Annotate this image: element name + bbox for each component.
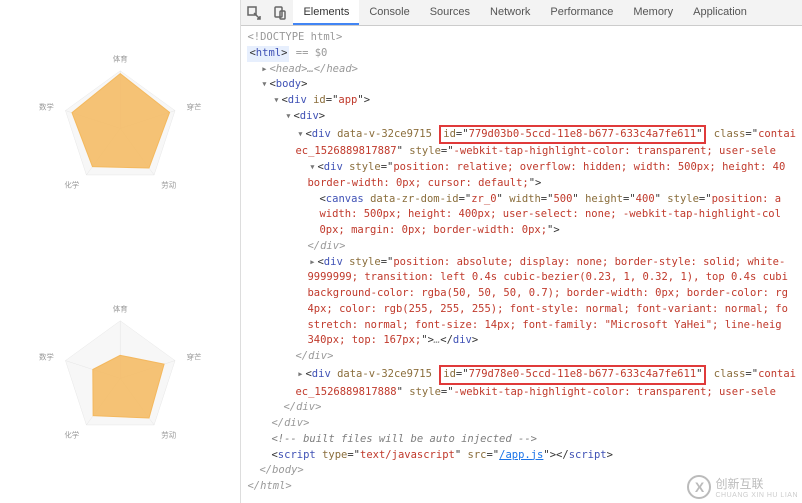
code-line: background-color: rgba(50, 50, 50, 0.7);… — [247, 286, 796, 302]
device-toggle-icon[interactable] — [267, 0, 293, 26]
chart1-div-line[interactable]: ▾<div data-v-32ce9715 id="779d03b0-5ccd-… — [247, 125, 796, 145]
collapse-toggle-icon[interactable]: ▾ — [283, 109, 293, 125]
charts-panel: 体育穿芒劳动化学数学 体育穿芒劳动化学数学 — [0, 0, 240, 503]
chart2-div-line[interactable]: ▸<div data-v-32ce9715 id="779d78e0-5ccd-… — [247, 365, 796, 385]
code-line: stretch: normal; font-size: 14px; font-f… — [247, 318, 796, 334]
code-line: border-width: 0px; cursor: default;"> — [247, 176, 796, 192]
svg-text:劳动: 劳动 — [161, 180, 176, 190]
highlighted-id-2: id="779d78e0-5ccd-11e8-b677-633c4a7fe611… — [439, 365, 706, 385]
radar-svg-2: 体育穿芒劳动 化学 数学 — [5, 255, 235, 495]
tab-application[interactable]: Application — [683, 0, 757, 25]
radar-svg-1: 体育穿芒劳动 化学 数学 — [5, 5, 235, 245]
comment-line: <!-- built files will be auto injected -… — [247, 432, 796, 448]
doctype-line: <!DOCTYPE html> — [247, 30, 796, 46]
collapse-toggle-icon[interactable]: ▾ — [295, 127, 305, 143]
tab-console[interactable]: Console — [359, 0, 419, 25]
code-line: 4px; color: rgb(255, 255, 255); font-sty… — [247, 302, 796, 318]
watermark-brand: X 创新互联 CHUANG XIN HU LIAN — [687, 475, 798, 499]
collapse-toggle-icon[interactable]: ▾ — [271, 93, 281, 109]
code-line: </div> — [247, 239, 796, 255]
brand-name-cn: 创新互联 — [715, 475, 798, 492]
inner-div-line[interactable]: ▾<div> — [247, 109, 796, 125]
radar-chart-1: 体育穿芒劳动 化学 数学 — [5, 5, 235, 245]
code-line[interactable]: ▾<div style="position: relative; overflo… — [247, 160, 796, 176]
tab-memory[interactable]: Memory — [623, 0, 683, 25]
code-line: </div> — [247, 416, 796, 432]
highlighted-id-1: id="779d03b0-5ccd-11e8-b677-633c4a7fe611… — [439, 125, 706, 145]
devtools-panel: ElementsConsoleSourcesNetworkPerformance… — [240, 0, 802, 503]
code-line: width: 500px; height: 400px; user-select… — [247, 207, 796, 223]
elements-tree[interactable]: <!DOCTYPE html> <html> == $0 ▸<head>…</h… — [241, 26, 802, 503]
app-div-line[interactable]: ▾<div id="app"> — [247, 93, 796, 109]
tab-performance[interactable]: Performance — [540, 0, 623, 25]
canvas-line[interactable]: <canvas data-zr-dom-id="zr_0" width="500… — [247, 192, 796, 208]
inspect-icon[interactable] — [241, 0, 267, 26]
tooltip-div-line[interactable]: ▸<div style="position: absolute; display… — [247, 255, 796, 271]
code-line: 0px; margin: 0px; border-width: 0px;"> — [247, 223, 796, 239]
brand-logo-icon: X — [687, 475, 711, 499]
head-line[interactable]: ▸<head>…</head> — [247, 62, 796, 78]
svg-text:化学: 化学 — [64, 430, 79, 440]
code-line: ec_1526889817887" style="-webkit-tap-hig… — [247, 144, 796, 160]
code-line: 9999999; transition: left 0.4s cubic-bez… — [247, 270, 796, 286]
svg-text:数学: 数学 — [39, 102, 54, 112]
tab-network[interactable]: Network — [480, 0, 540, 25]
svg-text:数学: 数学 — [39, 352, 54, 362]
svg-text:化学: 化学 — [64, 180, 79, 190]
brand-name-en: CHUANG XIN HU LIAN — [715, 492, 798, 499]
body-open-line[interactable]: ▾<body> — [247, 77, 796, 93]
tab-sources[interactable]: Sources — [420, 0, 480, 25]
expand-toggle-icon[interactable]: ▸ — [295, 367, 305, 383]
expand-toggle-icon[interactable]: ▸ — [307, 255, 317, 271]
collapse-toggle-icon[interactable]: ▾ — [307, 160, 317, 176]
radar-chart-2: 体育穿芒劳动 化学 数学 — [5, 255, 235, 495]
svg-text:体育: 体育 — [113, 53, 128, 63]
collapse-toggle-icon[interactable]: ▾ — [259, 77, 269, 93]
html-open-line[interactable]: <html> == $0 — [247, 46, 796, 62]
script-line[interactable]: <script type="text/javascript" src="/app… — [247, 448, 796, 464]
devtools-tabs: ElementsConsoleSourcesNetworkPerformance… — [293, 0, 756, 25]
expand-toggle-icon[interactable]: ▸ — [259, 62, 269, 78]
code-line: </div> — [247, 400, 796, 416]
devtools-toolbar: ElementsConsoleSourcesNetworkPerformance… — [241, 0, 802, 26]
code-line: ec_1526889817888" style="-webkit-tap-hig… — [247, 385, 796, 401]
tab-elements[interactable]: Elements — [293, 0, 359, 25]
svg-text:劳动: 劳动 — [161, 430, 176, 440]
code-line: 340px; top: 167px;">…</div> — [247, 333, 796, 349]
svg-text:穿芒: 穿芒 — [187, 352, 202, 362]
svg-text:穿芒: 穿芒 — [187, 102, 202, 112]
code-line: </div> — [247, 349, 796, 365]
svg-text:体育: 体育 — [113, 303, 128, 313]
